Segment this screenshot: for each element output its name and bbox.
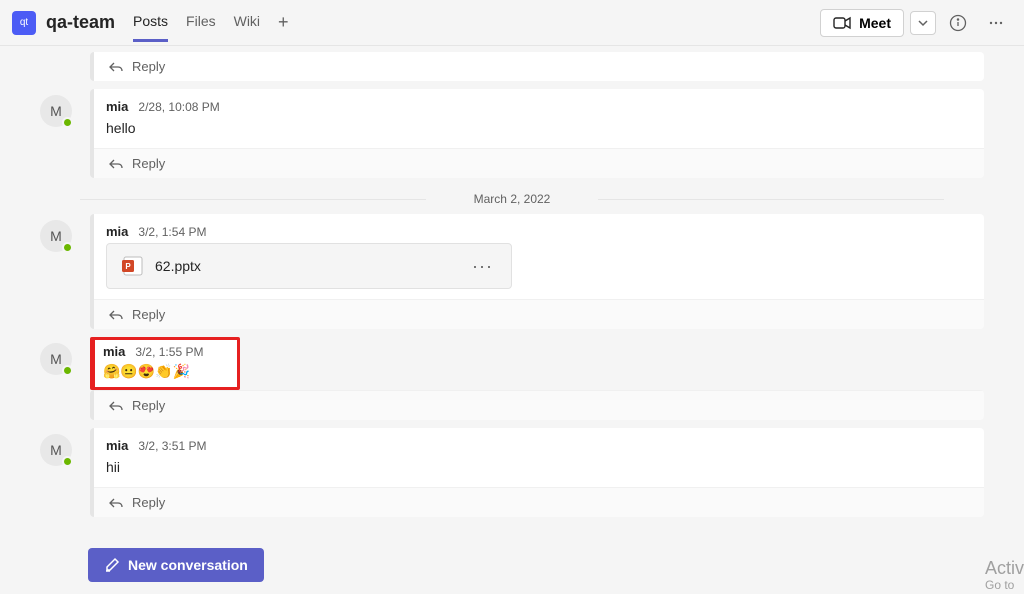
presence-available-icon [62,365,73,376]
more-options-button[interactable] [980,7,1012,39]
reply-icon [108,399,124,413]
message-author[interactable]: mia [106,438,128,453]
video-icon [833,16,851,30]
presence-available-icon [62,242,73,253]
message-text: hii [106,457,968,477]
meet-label: Meet [859,15,891,31]
compose-icon [104,557,120,573]
avatar[interactable]: M [40,434,72,466]
message-card: mia 3/2, 1:54 PM P 62.pptx ··· [90,214,984,329]
avatar[interactable]: M [40,95,72,127]
message-author[interactable]: mia [106,224,128,239]
avatar-initial: M [50,228,62,244]
reply-label: Reply [132,398,165,413]
file-more-button[interactable]: ··· [468,256,497,277]
tab-posts[interactable]: Posts [133,3,168,42]
new-conversation-button[interactable]: New conversation [88,548,264,582]
meet-button[interactable]: Meet [820,9,904,37]
message-group: M mia 3/2, 1:55 PM 🤗😐😍👏🎉 [40,337,984,420]
info-icon [949,14,967,32]
svg-text:P: P [125,262,131,271]
more-icon [987,14,1005,32]
message-card: mia 2/28, 10:08 PM hello Reply [90,89,984,178]
reply-icon [108,308,124,322]
avatar[interactable]: M [40,343,72,375]
message-text: hello [106,118,968,138]
posts-feed: Reply M mia 2/28, 10:08 PM hello [0,46,1024,576]
file-attachment[interactable]: P 62.pptx ··· [106,243,512,289]
presence-available-icon [62,117,73,128]
presence-available-icon [62,456,73,467]
message-group: M mia 3/2, 3:51 PM hii Reply [40,428,984,517]
reply-icon [108,496,124,510]
add-tab-button[interactable]: + [278,12,289,33]
tab-files[interactable]: Files [186,3,216,42]
powerpoint-icon: P [121,254,145,278]
reply-button[interactable]: Reply [94,487,984,517]
file-name: 62.pptx [155,258,468,274]
reply-button[interactable]: Reply [94,299,984,329]
reply-label: Reply [132,495,165,510]
message-timestamp: 2/28, 10:08 PM [138,100,219,114]
message-timestamp: 3/2, 1:55 PM [135,345,203,359]
windows-watermark: Activ Go to [985,559,1024,592]
message-author[interactable]: mia [106,99,128,114]
avatar-initial: M [50,351,62,367]
reply-button[interactable]: Reply [90,52,984,81]
message-group: M mia 3/2, 1:54 PM P [40,214,984,329]
team-avatar: qt [12,11,36,35]
date-separator: March 2, 2022 [80,186,944,212]
message-card: mia 3/2, 3:51 PM hii Reply [90,428,984,517]
tab-wiki[interactable]: Wiki [234,3,260,42]
channel-tabs: Posts Files Wiki + [133,3,289,42]
reply-button[interactable]: Reply [94,148,984,178]
message-timestamp: 3/2, 1:54 PM [138,225,206,239]
avatar-initial: M [50,442,62,458]
message-group: M mia 2/28, 10:08 PM hello Reply [40,89,984,178]
new-conversation-label: New conversation [128,557,248,573]
chevron-down-icon [917,17,929,29]
info-button[interactable] [942,7,974,39]
reply-icon [108,60,124,74]
message-timestamp: 3/2, 3:51 PM [138,439,206,453]
message-author[interactable]: mia [103,344,125,359]
reply-icon [108,157,124,171]
avatar-initial: M [50,103,62,119]
message-card: Reply [90,390,984,420]
reply-label: Reply [132,156,165,171]
channel-header: qt qa-team Posts Files Wiki + Meet [0,0,1024,46]
team-name: qa-team [46,12,115,33]
reply-button[interactable]: Reply [94,390,984,420]
message-card-highlighted: mia 3/2, 1:55 PM 🤗😐😍👏🎉 Reply [90,337,984,420]
reply-label: Reply [132,307,165,322]
meet-dropdown-button[interactable] [910,11,936,35]
reply-label: Reply [132,59,165,74]
avatar[interactable]: M [40,220,72,252]
message-emojis: 🤗😐😍👏🎉 [103,361,227,381]
